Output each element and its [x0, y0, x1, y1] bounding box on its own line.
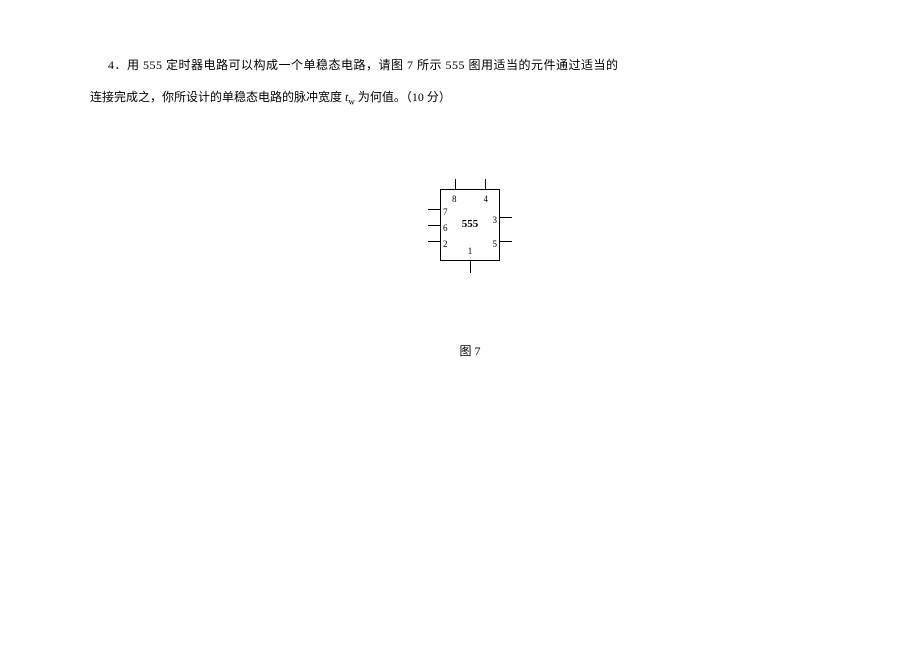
question-text-2a: 连接完成之，你所设计的单稳态电路的脉冲宽度 — [90, 90, 345, 104]
pin-label-5: 5 — [493, 236, 498, 252]
pin-label-7: 7 — [443, 204, 448, 220]
chip-555: 555 8 4 7 6 2 3 5 1 — [440, 189, 500, 261]
pin-label-8: 8 — [452, 191, 457, 207]
question-number: 4． — [108, 58, 127, 72]
pin-label-3: 3 — [493, 212, 498, 228]
pin-label-4: 4 — [484, 191, 489, 207]
pin-label-6: 6 — [443, 220, 448, 236]
lead-pin-1 — [470, 261, 471, 273]
pin-label-1: 1 — [468, 243, 473, 259]
lead-pin-5 — [500, 241, 512, 242]
question-line-2: 连接完成之，你所设计的单稳态电路的脉冲宽度 tw 为何值。（10 分） — [90, 87, 850, 110]
figure-caption: 图 7 — [90, 341, 850, 363]
diagram-container: 555 8 4 7 6 2 3 5 1 — [90, 179, 850, 279]
lead-pin-3 — [500, 217, 512, 218]
pin-label-2: 2 — [443, 236, 448, 252]
lead-pin-2 — [428, 241, 440, 242]
question-text-2b: 为何值。（10 分） — [355, 90, 451, 104]
lead-pin-8 — [455, 179, 456, 189]
chip-label: 555 — [462, 215, 479, 235]
lead-pin-7 — [428, 209, 440, 210]
document-content: 4．用 555 定时器电路可以构成一个单稳态电路，请图 7 所示 555 图用适… — [0, 0, 920, 363]
chip-diagram: 555 8 4 7 6 2 3 5 1 — [410, 179, 530, 279]
question-line-1: 4．用 555 定时器电路可以构成一个单稳态电路，请图 7 所示 555 图用适… — [90, 55, 850, 77]
lead-pin-6 — [428, 225, 440, 226]
question-text-1: 用 555 定时器电路可以构成一个单稳态电路，请图 7 所示 555 图用适当的… — [127, 58, 619, 72]
lead-pin-4 — [485, 179, 486, 189]
